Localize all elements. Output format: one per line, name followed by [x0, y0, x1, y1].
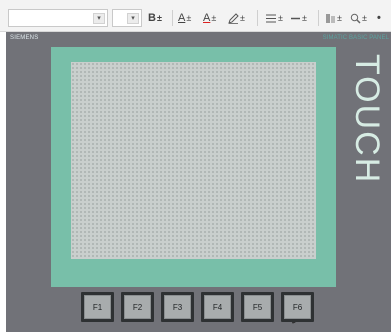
- function-key-f3[interactable]: F3: [161, 292, 194, 322]
- chevron-down-icon[interactable]: ▾: [93, 13, 105, 24]
- line-style-icon: [291, 17, 300, 19]
- font-name-combo[interactable]: ▾: [8, 9, 108, 27]
- dropdown-icon: ±: [302, 13, 307, 23]
- chevron-down-icon[interactable]: ▾: [127, 13, 139, 24]
- function-key-f2[interactable]: F2: [121, 292, 154, 322]
- dropdown-icon: ±: [337, 13, 342, 23]
- dropdown-icon: ±: [211, 13, 217, 23]
- hmi-screen-canvas[interactable]: [71, 62, 316, 259]
- brand-label: SIEMENS: [10, 35, 39, 41]
- function-key-f1[interactable]: F1: [81, 292, 114, 322]
- fill-color-icon: A: [203, 12, 211, 24]
- magnifier-icon: [350, 13, 361, 24]
- bold-label: B: [148, 12, 156, 24]
- dropdown-icon: ±: [156, 13, 162, 23]
- toolbar-divider: [257, 10, 258, 26]
- function-key-f5[interactable]: F5: [241, 292, 274, 322]
- text-align-button[interactable]: ±: [265, 10, 283, 26]
- screen-bezel: [51, 47, 336, 287]
- touch-label: TOUCH: [348, 54, 386, 185]
- dropdown-icon: ±: [362, 13, 367, 23]
- bold-button[interactable]: B ±: [148, 10, 162, 26]
- object-align-button[interactable]: ±: [325, 10, 342, 26]
- font-color-button[interactable]: A ±: [178, 10, 191, 26]
- zoom-button[interactable]: ±: [350, 10, 367, 26]
- dropdown-icon: ±: [240, 13, 245, 23]
- function-key-label: F6: [284, 295, 311, 319]
- fill-color-button[interactable]: A ±: [203, 10, 216, 26]
- model-label: SIMATIC BASIC PANEL: [322, 35, 389, 41]
- function-key-label: F3: [164, 295, 191, 319]
- toolbar-overflow[interactable]: •: [377, 10, 381, 26]
- function-key-label: F4: [204, 295, 231, 319]
- toolbar-divider: [172, 10, 173, 26]
- dropdown-icon: ±: [186, 13, 192, 23]
- font-size-combo[interactable]: ▾: [112, 9, 142, 27]
- align-lines-icon: [266, 14, 276, 22]
- toolbar-divider: [318, 10, 319, 26]
- overflow-icon: •: [377, 12, 381, 24]
- function-key-f4[interactable]: F4: [201, 292, 234, 322]
- function-key-label: F5: [244, 295, 271, 319]
- function-key-label: F2: [124, 295, 151, 319]
- pencil-icon: [228, 12, 239, 24]
- dropdown-icon: ±: [278, 13, 283, 23]
- hmi-panel: SIEMENS SIMATIC BASIC PANEL TOUCH F1 F2 F3…: [6, 32, 391, 332]
- font-color-icon: A: [178, 12, 186, 24]
- line-style-button[interactable]: ±: [290, 10, 307, 26]
- function-key-label: F1: [84, 295, 111, 319]
- line-color-button[interactable]: ±: [228, 10, 245, 26]
- formatting-toolbar: ▾ ▾ B ± A ± A ± ± ± ± ± ± •: [0, 0, 391, 32]
- align-objects-icon: [326, 13, 335, 23]
- function-key-f6[interactable]: F6: [281, 292, 314, 322]
